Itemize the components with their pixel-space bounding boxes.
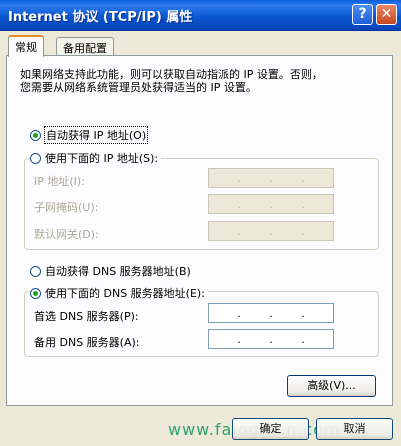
manual-ip-radio-button[interactable]: [30, 152, 41, 164]
preferred-dns-label: 首选 DNS 服务器(P):: [34, 310, 139, 323]
advanced-button[interactable]: 高级(V)...: [287, 375, 376, 397]
close-icon: ✕: [380, 6, 393, 22]
auto-dns-radio-button[interactable]: [30, 265, 41, 277]
tab-general[interactable]: 常规: [8, 35, 44, 57]
manual-dns-radio-button[interactable]: [30, 287, 41, 299]
tab-alternate-config[interactable]: 备用配置: [56, 37, 114, 56]
help-button[interactable]: ?: [352, 4, 373, 25]
auto-ip-radio-button[interactable]: [30, 129, 41, 141]
tab-general-label: 常规: [15, 41, 37, 54]
close-button[interactable]: ✕: [376, 4, 397, 25]
manual-dns-radio[interactable]: 使用下面的 DNS 服务器地址(E):: [30, 285, 208, 301]
description-line-2: 您需要从网络系统管理员处获得适当的 IP 设置。: [20, 81, 257, 94]
manual-ip-label: 使用下面的 IP 地址(S):: [45, 152, 159, 165]
window-title: Internet 协议 (TCP/IP) 属性: [8, 10, 193, 25]
manual-ip-radio[interactable]: 使用下面的 IP 地址(S):: [30, 150, 162, 166]
help-icon: ?: [358, 6, 367, 22]
auto-dns-radio[interactable]: 自动获得 DNS 服务器地址(B): [30, 263, 191, 279]
ip-address-field[interactable]: ...: [208, 168, 334, 188]
auto-dns-label: 自动获得 DNS 服务器地址(B): [45, 265, 191, 278]
subnet-mask-field[interactable]: ...: [208, 194, 334, 214]
subnet-mask-label: 子网掩码(U):: [34, 201, 99, 214]
tab-alternate-config-label: 备用配置: [63, 42, 107, 55]
alternate-dns-field[interactable]: ...: [208, 329, 334, 349]
auto-ip-radio[interactable]: 自动获得 IP 地址(O): [30, 126, 149, 144]
preferred-dns-field[interactable]: ...: [208, 303, 334, 323]
ok-button[interactable]: 确定: [232, 418, 309, 440]
alternate-dns-label: 备用 DNS 服务器(A):: [34, 336, 140, 349]
cancel-button[interactable]: 取消: [316, 418, 393, 440]
default-gateway-label: 默认网关(D):: [34, 228, 99, 241]
default-gateway-field[interactable]: ...: [208, 221, 334, 241]
auto-ip-label: 自动获得 IP 地址(O): [43, 126, 149, 144]
ip-address-label: IP 地址(I):: [34, 175, 85, 188]
title-bar[interactable]: Internet 协议 (TCP/IP) 属性 ? ✕: [0, 0, 401, 31]
manual-dns-label: 使用下面的 DNS 服务器地址(E):: [45, 287, 205, 300]
